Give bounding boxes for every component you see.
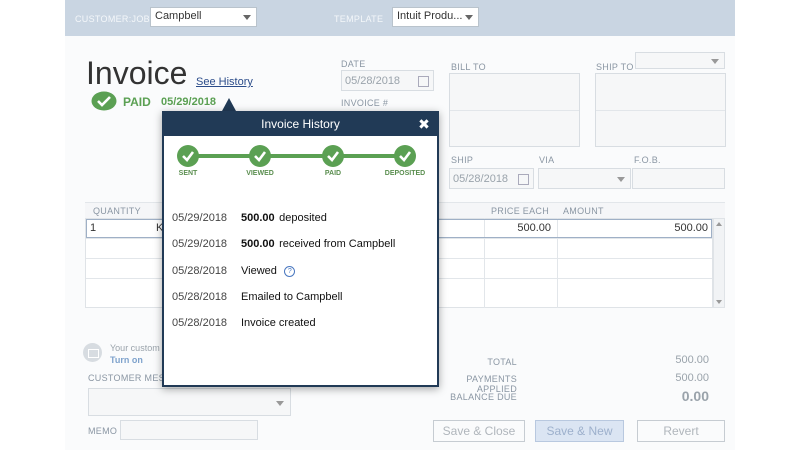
scroll-up-icon[interactable]	[716, 222, 722, 226]
info-icon[interactable]: ?	[284, 266, 296, 277]
history-list-item: 05/29/2018	[172, 234, 227, 252]
date-label: DATE	[341, 59, 366, 69]
paid-status: PAID	[123, 95, 151, 109]
table-scrollbar[interactable]	[713, 218, 725, 308]
chevron-down-icon	[276, 401, 284, 406]
step-label: SENT	[178, 170, 198, 177]
bill-to-label: BILL TO	[451, 62, 486, 72]
ship-to-label: SHIP TO	[596, 62, 634, 72]
ship-to-field[interactable]	[595, 73, 726, 147]
popup-title: Invoice History	[261, 117, 340, 131]
history-text: Emailed to Campbell	[241, 291, 343, 303]
step-label: PAID	[324, 170, 342, 177]
ship-to-select[interactable]	[635, 52, 725, 69]
customer-job-value: Campbell	[155, 10, 202, 22]
customer-job-label: CUSTOMER:JOB	[75, 14, 150, 24]
ship-label: SHIP	[451, 155, 474, 165]
history-date: 05/29/2018	[172, 212, 228, 224]
price-each-column-header: PRICE EACH	[491, 206, 550, 216]
payments-applied-label: PAYMENTS APPLIED	[466, 374, 517, 394]
history-list-item: Emailed to Campbell	[241, 287, 343, 305]
history-text: received from Campbell	[279, 238, 396, 250]
popup-pointer	[222, 98, 236, 111]
scroll-down-icon[interactable]	[716, 300, 722, 304]
balance-due-value: 0.00	[681, 388, 709, 404]
history-text: Viewed	[241, 265, 277, 277]
fob-label: F.O.B.	[634, 155, 661, 165]
ship-date-field[interactable]: 05/28/2018	[449, 168, 534, 189]
date-value: 05/28/2018	[345, 75, 401, 87]
payments-applied-value: 500.00	[675, 372, 709, 384]
customer-notice-text: Your custom	[110, 343, 160, 353]
balance-due-label: BALANCE DUE	[450, 392, 517, 402]
invoice-number-label: INVOICE #	[341, 98, 389, 108]
history-list-item: 05/28/2018	[172, 287, 227, 305]
history-date: 05/28/2018	[172, 291, 228, 303]
template-value: Intuit Produ...	[397, 10, 463, 22]
history-date: 05/28/2018	[172, 265, 228, 277]
customer-notice-icon	[83, 343, 102, 362]
history-list-item: Invoice created	[241, 313, 316, 331]
bill-to-field[interactable]	[449, 73, 580, 147]
customer-message-label: CUSTOMER MESS	[88, 373, 172, 383]
popup-header: Invoice History	[164, 113, 437, 136]
step-paid-icon	[322, 145, 344, 167]
chevron-down-icon	[243, 15, 251, 20]
save-new-button[interactable]: Save & New	[535, 420, 624, 442]
via-label: VIA	[539, 155, 555, 165]
history-list-item: 05/28/2018	[172, 313, 227, 331]
memo-field[interactable]	[120, 420, 258, 440]
step-viewed-icon	[249, 145, 271, 167]
history-list-item: 05/29/2018	[172, 208, 227, 226]
amount-column-header: AMOUNT	[563, 206, 604, 216]
chevron-down-icon	[617, 177, 625, 182]
quantity-column-header: QUANTITY	[93, 206, 141, 216]
customer-job-select[interactable]: Campbell	[150, 7, 257, 27]
chevron-down-icon	[465, 15, 473, 20]
history-date: 05/28/2018	[172, 317, 228, 329]
ship-date-value: 05/28/2018	[453, 173, 509, 185]
history-text: Invoice created	[241, 317, 316, 329]
paid-date: 05/29/2018	[161, 96, 217, 108]
history-date: 05/29/2018	[172, 238, 228, 250]
chevron-down-icon	[711, 59, 719, 64]
history-list-item: 500.00 received from Campbell	[241, 234, 395, 252]
page-title: Invoice	[86, 55, 188, 91]
total-label: TOTAL	[487, 357, 517, 367]
template-label: TEMPLATE	[334, 14, 384, 24]
invoice-history-popup: Invoice History ✖ SENT VIEWED PAID DEPOS…	[162, 111, 439, 387]
memo-label: MEMO	[88, 426, 118, 436]
fob-field[interactable]	[632, 168, 725, 189]
history-text: deposited	[279, 212, 327, 224]
row-price: 500.00	[517, 222, 551, 234]
step-deposited-icon	[394, 145, 416, 167]
save-close-button[interactable]: Save & Close	[433, 420, 525, 442]
via-select[interactable]	[538, 168, 631, 189]
step-sent-icon	[177, 145, 199, 167]
revert-button[interactable]: Revert	[637, 420, 725, 442]
date-field[interactable]: 05/28/2018	[341, 70, 434, 91]
see-history-link[interactable]: See History	[196, 76, 253, 88]
history-amount: 500.00	[241, 238, 275, 250]
turn-on-link[interactable]: Turn on	[110, 355, 143, 365]
history-list-item: 05/28/2018	[172, 261, 227, 279]
history-list-item: Viewed ?	[241, 261, 296, 279]
history-amount: 500.00	[241, 212, 275, 224]
row-amount: 500.00	[674, 222, 708, 234]
step-label: VIEWED	[246, 170, 274, 177]
progress-track	[186, 154, 406, 158]
row-quantity: 1	[90, 222, 97, 234]
calendar-icon[interactable]	[418, 76, 429, 87]
calendar-icon[interactable]	[518, 174, 529, 185]
history-list-item: 500.00 deposited	[241, 208, 327, 226]
paid-check-icon	[91, 91, 117, 111]
total-value: 500.00	[675, 354, 709, 366]
customer-message-select[interactable]	[88, 388, 291, 416]
template-select[interactable]: Intuit Produ...	[392, 7, 479, 27]
close-icon[interactable]: ✖	[417, 113, 431, 136]
step-label: DEPOSITED	[384, 170, 426, 177]
